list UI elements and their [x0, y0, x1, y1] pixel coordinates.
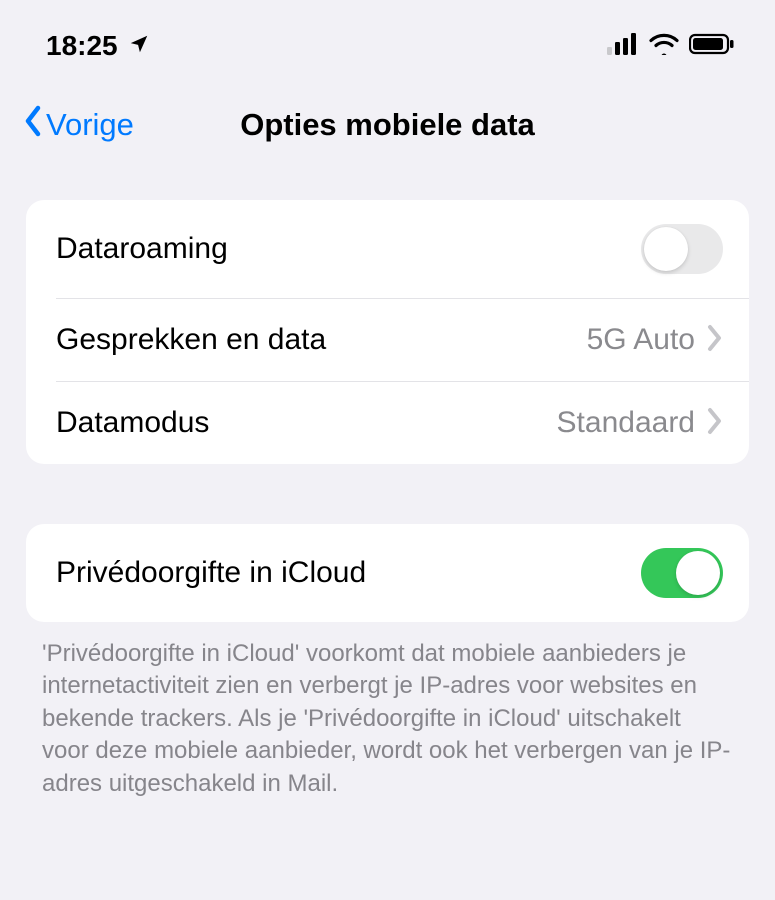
row-voice-and-data[interactable]: Gesprekken en data 5G Auto [56, 298, 749, 381]
row-label: Datamodus [56, 406, 209, 440]
status-right [607, 33, 735, 60]
back-button[interactable]: Vorige [22, 104, 134, 146]
chevron-left-icon [22, 104, 44, 146]
status-left: 18:25 [46, 30, 150, 62]
row-label: Privédoorgifte in iCloud [56, 556, 366, 590]
row-label: Gesprekken en data [56, 323, 326, 357]
wifi-icon [649, 33, 679, 60]
toggle-icloud-private-relay[interactable] [641, 548, 723, 598]
status-time: 18:25 [46, 30, 118, 62]
status-bar: 18:25 [0, 0, 775, 72]
chevron-right-icon [707, 324, 723, 357]
row-label: Dataroaming [56, 232, 228, 266]
settings-group-2: Privédoorgifte in iCloud [26, 524, 749, 622]
row-icloud-private-relay[interactable]: Privédoorgifte in iCloud [26, 524, 749, 622]
back-label: Vorige [46, 107, 134, 143]
location-icon [128, 30, 150, 62]
row-data-mode[interactable]: Datamodus Standaard [56, 381, 749, 464]
battery-icon [689, 33, 735, 60]
row-value: Standaard [557, 406, 695, 440]
group-footer-text: 'Privédoorgifte in iCloud' voorkomt dat … [42, 638, 733, 800]
chevron-right-icon [707, 407, 723, 440]
row-dataroaming[interactable]: Dataroaming [26, 200, 749, 298]
toggle-dataroaming[interactable] [641, 224, 723, 274]
nav-bar: Vorige Opties mobiele data [0, 72, 775, 170]
cellular-icon [607, 33, 639, 60]
row-value: 5G Auto [587, 323, 695, 357]
settings-group-1: Dataroaming Gesprekken en data 5G Auto D… [26, 200, 749, 464]
